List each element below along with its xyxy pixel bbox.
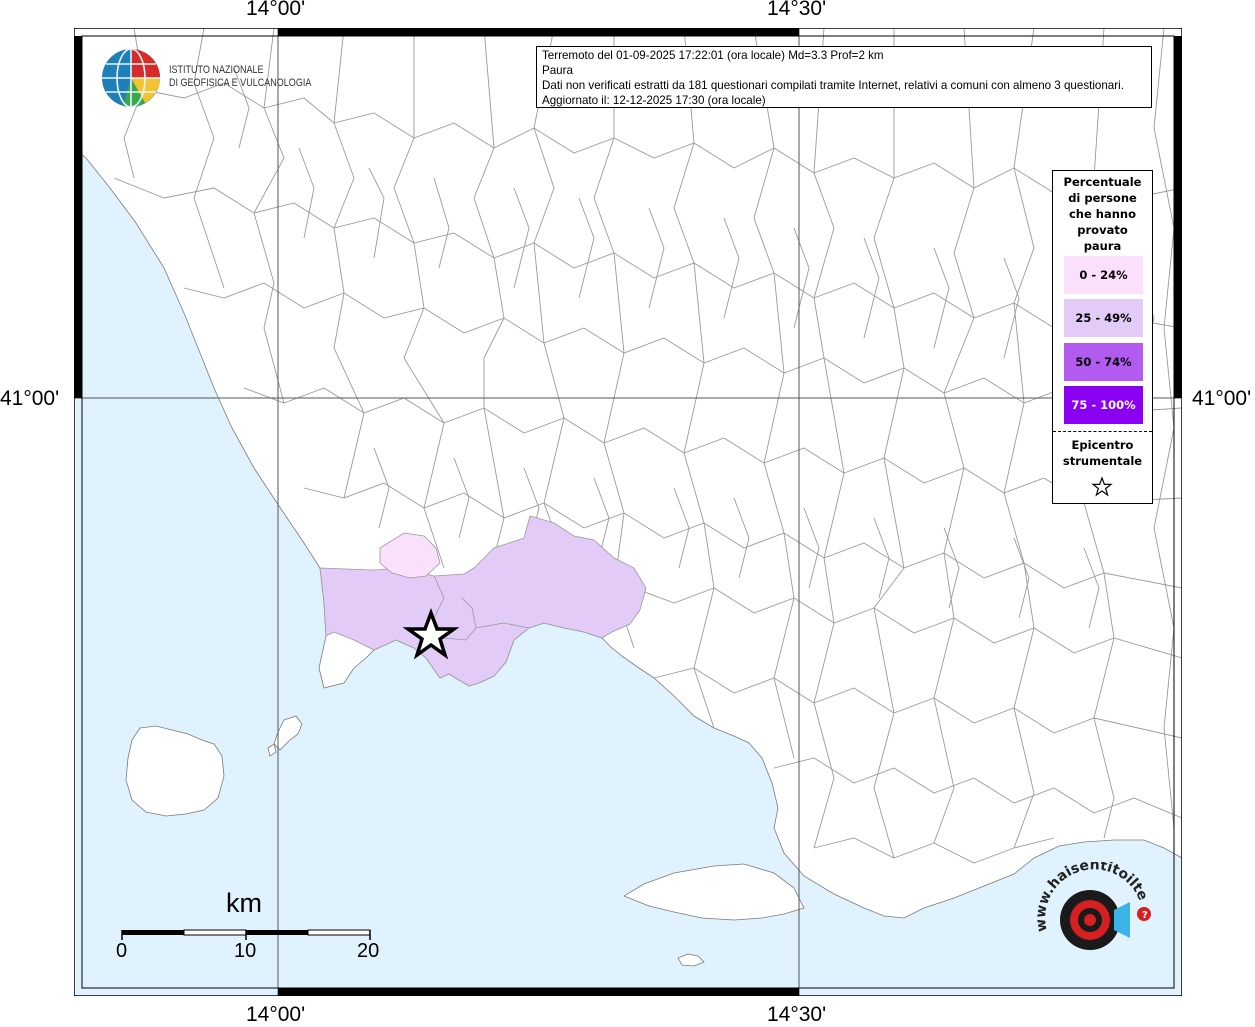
legend-title-line: paura xyxy=(1083,239,1122,253)
scale-tick-20: 20 xyxy=(357,940,380,962)
updated-timestamp: Aggiornato il: 12-12-2025 17:30 (ora loc… xyxy=(542,94,766,107)
scale-tick-10: 10 xyxy=(234,940,257,962)
ingv-name: ISTITUTO NAZIONALE DI GEOFISICA E VULCAN… xyxy=(169,64,311,90)
epicenter-title-line: strumentale xyxy=(1062,454,1143,468)
lat-label-right: 41°00' xyxy=(1192,387,1252,410)
legend-title-line: che hanno xyxy=(1068,207,1137,221)
svg-text:?: ? xyxy=(1142,910,1148,921)
legend-class-0-24: 0 - 24% xyxy=(1064,256,1143,294)
map-parameter: Paura xyxy=(542,64,573,77)
lon-label-top-2: 14°30' xyxy=(767,0,827,20)
legend-title-line: di persone xyxy=(1068,191,1137,205)
map-canvas[interactable] xyxy=(74,28,1182,996)
legend-class-50-74: 50 - 74% xyxy=(1064,343,1143,381)
scale-bar: km 0 10 20 xyxy=(112,888,402,978)
event-summary: Terremoto del 01-09-2025 17:22:01 (ora l… xyxy=(542,49,884,62)
legend-class-label: 50 - 74% xyxy=(1075,355,1132,369)
lat-label-left: 41°00' xyxy=(0,387,60,410)
legend-title: Percentuale di persone che hanno provato… xyxy=(1053,174,1152,254)
legend-class-25-49: 25 - 49% xyxy=(1064,299,1143,337)
legend-class-label: 0 - 24% xyxy=(1079,268,1128,282)
legend: Percentuale di persone che hanno provato… xyxy=(1052,170,1153,504)
ingv-line-2: DI GEOFISICA E VULCANOLOGIA xyxy=(169,77,312,89)
lon-label-bottom-2: 14°30' xyxy=(767,1003,827,1026)
data-note: Dati non verificati estratti da 181 ques… xyxy=(542,79,1124,92)
lon-label-top-1: 14°00' xyxy=(246,0,306,20)
epicenter-legend-title: Epicentro strumentale xyxy=(1053,437,1152,469)
ingv-line-1: ISTITUTO NAZIONALE xyxy=(169,64,264,76)
legend-class-label: 75 - 100% xyxy=(1071,398,1136,412)
lon-label-bottom-1: 14°00' xyxy=(246,1003,306,1026)
legend-class-label: 25 - 49% xyxy=(1075,311,1132,325)
target-megaphone-icon: ? www.haisentitoilterremoto.it xyxy=(1023,850,1151,950)
legend-title-line: Percentuale xyxy=(1063,175,1142,189)
scale-unit: km xyxy=(226,888,262,918)
legend-divider xyxy=(1053,431,1152,432)
haisentito-logo: ? www.haisentitoilterremoto.it xyxy=(1023,850,1160,974)
globe-icon xyxy=(102,48,160,108)
event-info-box: Terremoto del 01-09-2025 17:22:01 (ora l… xyxy=(536,46,1152,108)
star-outline-icon xyxy=(1091,476,1113,497)
legend-title-line: provato xyxy=(1077,223,1128,237)
ingv-logo: ISTITUTO NAZIONALE DI GEOFISICA E VULCAN… xyxy=(101,48,321,108)
epicenter-title-line: Epicentro xyxy=(1071,438,1134,452)
legend-class-75-100: 75 - 100% xyxy=(1064,386,1143,424)
scale-tick-0: 0 xyxy=(116,940,128,962)
